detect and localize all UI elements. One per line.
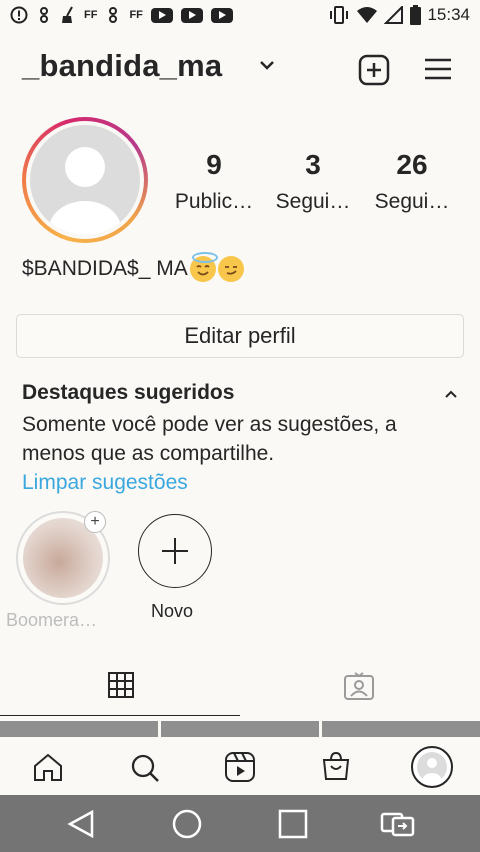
grid-icon[interactable] xyxy=(108,672,134,703)
profile-username[interactable]: _bandida_ma xyxy=(22,48,222,84)
youtube-icon xyxy=(150,7,173,23)
profile-avatar[interactable] xyxy=(411,746,453,788)
system-navigation-bar xyxy=(0,795,480,852)
profile-avatar[interactable] xyxy=(22,117,148,243)
youtube-icon xyxy=(210,7,233,23)
wifi-icon xyxy=(356,6,378,24)
back-icon[interactable] xyxy=(66,809,96,844)
bottom-navigation xyxy=(0,737,480,795)
suggested-highlights-description: Somente você pode ver as sugestões, a me… xyxy=(22,413,397,465)
tagged-icon[interactable] xyxy=(344,672,374,705)
post-thumbnail[interactable] xyxy=(322,721,480,737)
status-bar: FF FF 15:34 xyxy=(0,0,480,34)
clock: 15:34 xyxy=(427,5,470,24)
post-thumbnail[interactable] xyxy=(161,721,319,737)
avatar-frame xyxy=(26,121,144,239)
smirk-emoji-icon xyxy=(217,256,244,282)
plus-icon xyxy=(162,538,188,564)
status-right: 15:34 xyxy=(328,5,470,25)
vibrate-icon xyxy=(328,5,350,25)
home-circle-icon[interactable] xyxy=(172,809,202,844)
alert-icon xyxy=(10,6,28,24)
new-highlight-label: Novo xyxy=(151,601,194,621)
halo-emoji-icon xyxy=(189,252,218,282)
ff-label-2: FF xyxy=(129,9,143,21)
switch-app-icon[interactable] xyxy=(380,809,416,844)
following-label[interactable]: Segui… xyxy=(357,190,467,214)
battery-icon xyxy=(410,5,422,25)
profile-bio: $BANDIDA$_ MA xyxy=(22,252,244,282)
active-tab-indicator xyxy=(0,715,240,716)
avatar-placeholder-icon xyxy=(30,125,140,235)
reels-icon[interactable] xyxy=(225,752,255,787)
clear-suggestions-link[interactable]: Limpar sugestões xyxy=(22,471,188,495)
followers-label[interactable]: Segui… xyxy=(258,190,368,214)
ff-label-1: FF xyxy=(84,9,98,21)
new-post-icon[interactable] xyxy=(358,54,390,91)
fb-icon xyxy=(105,6,121,24)
chevron-up-icon[interactable] xyxy=(444,386,458,404)
suggested-highlights-title: Destaques sugeridos xyxy=(22,381,235,404)
posts-label[interactable]: Public… xyxy=(159,190,269,214)
stacked-icon xyxy=(36,6,52,24)
menu-icon[interactable] xyxy=(424,57,452,86)
youtube-icon xyxy=(180,7,203,23)
search-icon[interactable] xyxy=(130,753,160,788)
post-thumbnail[interactable] xyxy=(0,721,158,737)
highlight-boomerang-label: Boomera… xyxy=(6,610,98,630)
new-highlight-button[interactable] xyxy=(138,514,212,588)
followers-count[interactable]: 3 xyxy=(263,149,363,181)
shop-icon[interactable] xyxy=(321,751,351,786)
posts-count[interactable]: 9 xyxy=(164,149,264,181)
broom-icon xyxy=(60,6,76,24)
edit-profile-button[interactable]: Editar perfil xyxy=(16,314,464,358)
chevron-down-icon[interactable] xyxy=(258,58,276,77)
plus-badge-icon[interactable]: + xyxy=(84,511,106,533)
following-count[interactable]: 26 xyxy=(362,149,462,181)
recents-icon[interactable] xyxy=(278,809,308,844)
bio-text: $BANDIDA$_ MA xyxy=(22,257,188,280)
home-icon[interactable] xyxy=(33,753,63,786)
status-left: FF FF xyxy=(10,6,233,24)
signal-icon xyxy=(384,6,404,24)
